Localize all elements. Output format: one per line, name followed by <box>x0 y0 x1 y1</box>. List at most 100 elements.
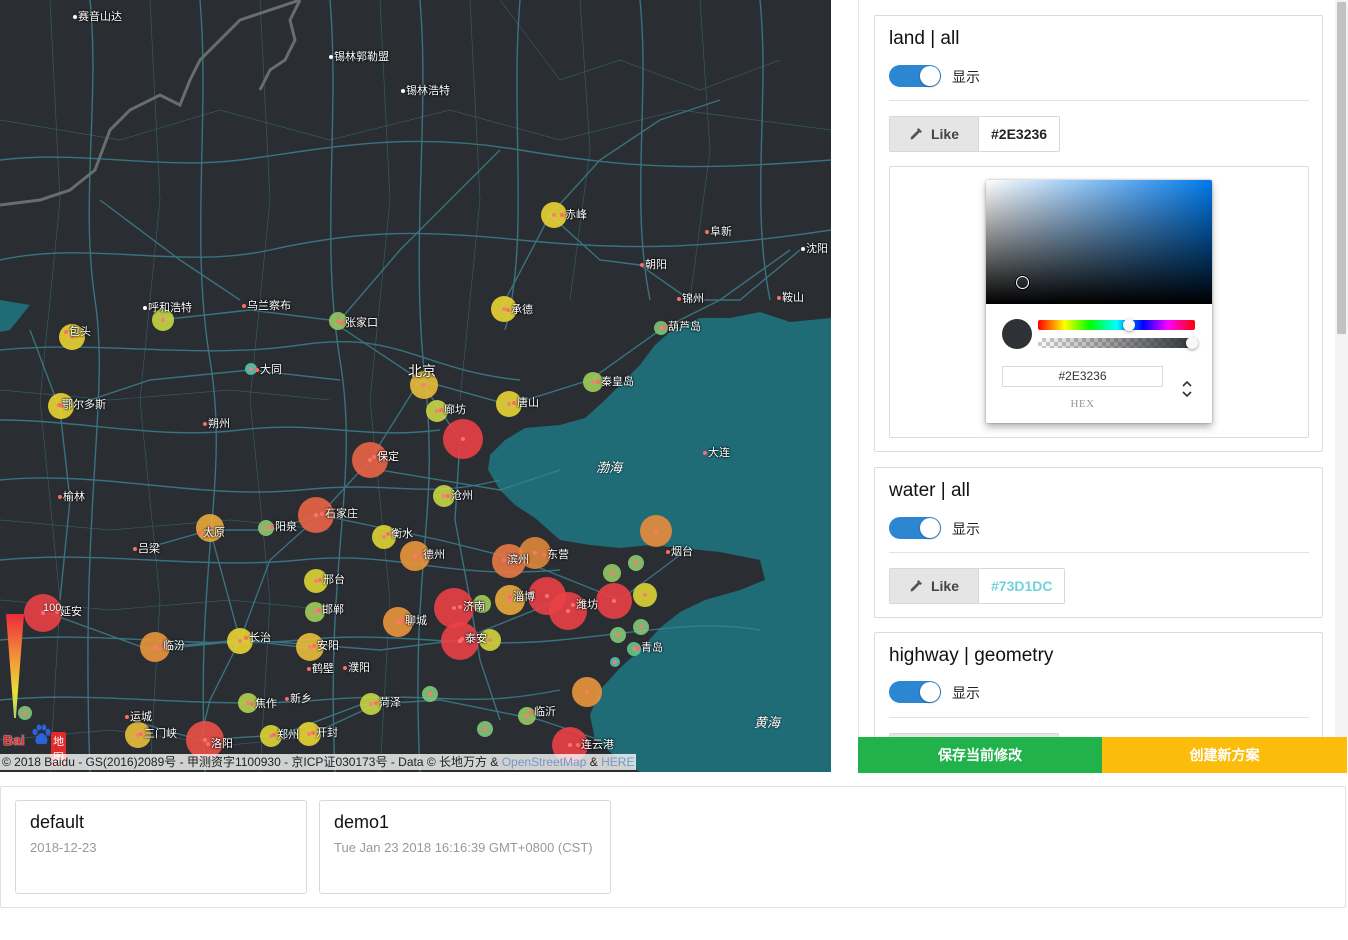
city-label: 滨州 <box>502 554 529 566</box>
scrollbar-thumb[interactable] <box>1337 2 1346 334</box>
heat-bubble <box>610 657 620 667</box>
like-button[interactable]: Like <box>890 569 979 603</box>
city-label: 承德 <box>506 304 533 316</box>
heat-bubble <box>640 515 672 547</box>
scheme-card[interactable]: default 2018-12-23 <box>15 800 307 894</box>
card-title: land | all <box>889 28 960 49</box>
visibility-toggle[interactable] <box>889 517 941 539</box>
city-label: 太原 <box>198 527 225 539</box>
alpha-slider[interactable] <box>1038 338 1195 348</box>
city-label: 葫芦岛 <box>663 321 701 333</box>
heat-bubble <box>549 592 587 630</box>
city-label: 淄博 <box>508 591 535 603</box>
eyedropper-icon <box>910 128 922 140</box>
like-label: Like <box>930 578 959 594</box>
visibility-toggle[interactable] <box>889 681 941 703</box>
heat-bubble <box>633 583 657 607</box>
scheme-card[interactable]: demo1 Tue Jan 23 2018 16:16:39 GMT+0800 … <box>319 800 611 894</box>
hex-input[interactable]: #2E3236 <box>1002 366 1163 387</box>
divider <box>889 100 1309 101</box>
copyright-text: © 2018 Baidu - GS(2016)2089号 - 甲测资字11009… <box>2 755 499 769</box>
heat-bubble <box>572 677 602 707</box>
style-panel[interactable]: land | all 显示 Like #2E3236 #2E3236 HEX w… <box>858 0 1347 737</box>
city-label: 新乡 <box>285 693 312 705</box>
city-label: 临沂 <box>529 706 556 718</box>
city-label: 洛阳 <box>206 738 233 750</box>
city-label: 鄂尔多斯 <box>57 399 106 411</box>
city-label: 锡林郭勒盟 <box>329 51 389 63</box>
copyright-amp: & <box>589 755 598 769</box>
card-title: highway | geometry <box>889 645 1054 666</box>
city-label: 榆林 <box>58 491 85 503</box>
saturation-value-area[interactable] <box>986 180 1212 304</box>
city-label: 朔州 <box>203 418 230 430</box>
city-label: 东营 <box>542 549 569 561</box>
color-like-group: Like #73D1DC <box>889 568 1066 604</box>
hue-slider-thumb[interactable] <box>1123 319 1135 331</box>
city-label: 潍坊 <box>571 599 598 611</box>
city-label: 唐山 <box>512 397 539 409</box>
like-button[interactable]: Like <box>890 117 979 151</box>
heat-bubble <box>596 583 632 619</box>
city-label: 烟台 <box>666 546 693 558</box>
city-label: 大同 <box>255 364 282 376</box>
sea-label-bohai: 渤海 <box>596 460 623 475</box>
heat-bubble <box>443 419 483 459</box>
city-label: 鞍山 <box>777 292 804 304</box>
city-label: 济南 <box>458 601 485 613</box>
alpha-slider-thumb[interactable] <box>1186 337 1198 349</box>
heat-bubble <box>633 619 649 635</box>
scheme-date: Tue Jan 23 2018 16:16:39 GMT+0800 (CST) <box>334 840 593 855</box>
city-label: 菏泽 <box>374 697 401 709</box>
heat-bubble <box>610 627 626 643</box>
toggle-label: 显示 <box>952 69 980 85</box>
scheme-name: demo1 <box>334 812 390 832</box>
color-picker[interactable]: #2E3236 HEX <box>986 180 1212 423</box>
color-value[interactable]: #2E3236 <box>979 117 1059 151</box>
here-link[interactable]: HERE <box>601 755 634 769</box>
city-label: 长治 <box>244 632 271 644</box>
city-label: 聊城 <box>400 615 427 627</box>
toggle-label: 显示 <box>952 685 980 701</box>
openstreetmap-link[interactable]: OpenStreetMap <box>502 755 587 769</box>
color-picker-container: #2E3236 HEX <box>889 166 1309 438</box>
legend-max-value: 100 <box>43 602 62 614</box>
city-label: 乌兰察布 <box>242 300 291 312</box>
city-label: 石家庄 <box>320 508 358 520</box>
city-label: 包头 <box>64 326 91 338</box>
city-label: 大连 <box>703 447 730 459</box>
action-buttons: 保存当前修改 创建新方案 <box>858 737 1347 773</box>
heat-bubble <box>603 564 621 582</box>
baidu-paw-icon <box>32 724 51 745</box>
create-scheme-button[interactable]: 创建新方案 <box>1102 737 1347 773</box>
color-value[interactable]: #73D1DC <box>979 569 1064 603</box>
city-label: 阜新 <box>705 226 732 238</box>
mode-toggle-icon[interactable] <box>1179 377 1195 401</box>
city-label: 张家口 <box>340 317 378 329</box>
city-label: 呼和浩特 <box>143 302 192 314</box>
city-label: 三门峡 <box>139 728 177 740</box>
sv-cursor[interactable] <box>1016 276 1029 289</box>
color-preview-swatch <box>1002 319 1032 349</box>
toggle-label: 显示 <box>952 521 980 537</box>
panel-scrollbar[interactable] <box>1335 0 1348 737</box>
hue-slider[interactable] <box>1038 320 1195 330</box>
city-label: 德州 <box>418 549 445 561</box>
logo-text: Bai <box>3 732 25 748</box>
city-label: 吕梁 <box>133 543 160 555</box>
visibility-toggle[interactable] <box>889 65 941 87</box>
map-view[interactable]: 赛音山达 锡林郭勒盟 锡林浩特 赤峰 阜新 沈阳 朝阳 锦州 鞍山 葫芦岛 呼和… <box>0 0 831 772</box>
city-label: 赤峰 <box>560 209 587 221</box>
city-label: 秦皇岛 <box>596 376 634 388</box>
save-changes-button[interactable]: 保存当前修改 <box>858 737 1102 773</box>
city-label: 赛音山达 <box>73 11 122 23</box>
heat-bubble <box>628 555 644 571</box>
city-label: 保定 <box>372 451 399 463</box>
city-label: 濮阳 <box>343 662 370 674</box>
city-label: 运城 <box>125 711 152 723</box>
city-label: 廊坊 <box>439 404 466 416</box>
eyedropper-icon <box>910 580 922 592</box>
scheme-list: default 2018-12-23 demo1 Tue Jan 23 2018… <box>0 786 1346 908</box>
city-label: 开封 <box>311 727 338 739</box>
city-label: 临汾 <box>158 640 185 652</box>
